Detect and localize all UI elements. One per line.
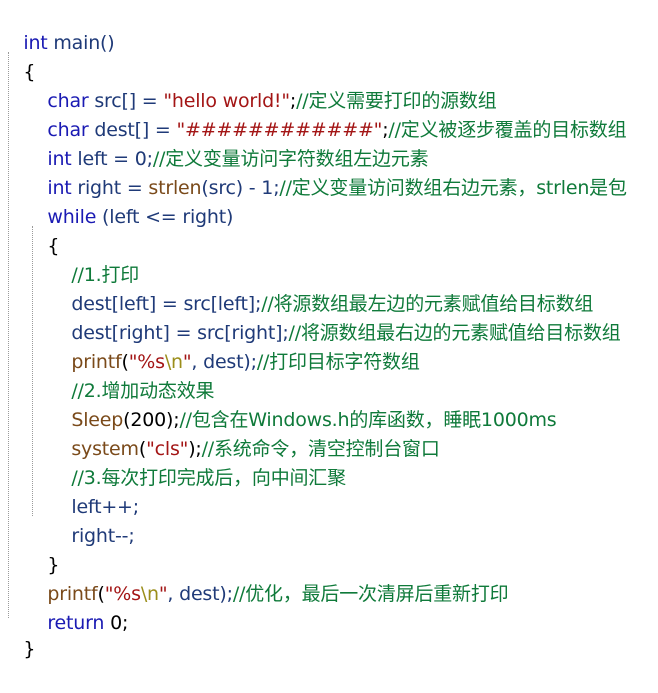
code-line-7: while (left <= right) xyxy=(24,174,233,228)
code-line-20: printf("%s\n", dest);//优化，最后一次清屏后重新打印 xyxy=(24,551,508,605)
code-line-5: int left = 0;//定义变量访问字符数组左边元素 xyxy=(24,116,428,170)
code-line-10: dest[left] = src[left];//将源数组最左边的元素赋值给目标… xyxy=(48,261,593,315)
code-text: right--; xyxy=(71,525,135,547)
comment: //优化，最后一次清屏后重新打印 xyxy=(232,583,509,605)
code-line-4: char dest[] = "############";//定义被逐步覆盖的目… xyxy=(24,87,626,141)
comment: //打印目标字符数组 xyxy=(256,351,420,373)
code-line-8: { xyxy=(24,203,59,257)
code-line-3: char src[] = "hello world!";//定义需要打印的源数组 xyxy=(24,58,496,112)
code-line-6: int right = strlen(src) - 1;//定义变量访问数组右边… xyxy=(24,145,627,199)
code-text: 0; xyxy=(104,612,129,634)
code-line-22: } xyxy=(0,606,35,660)
code-line-19: } xyxy=(24,522,59,576)
code-text: (left <= right) xyxy=(96,206,234,228)
code-line-21: return 0; xyxy=(24,580,128,634)
code-line-12: printf("%s\n", dest);//打印目标字符数组 xyxy=(48,319,419,373)
code-line-2: { xyxy=(0,29,35,83)
code-line-18: right--; xyxy=(48,493,134,547)
escape-sequence: \n xyxy=(140,583,159,605)
code-line-1: int main() xyxy=(0,0,114,54)
code-line-14: Sleep(200);//包含在Windows.h的库函数，睡眠1000ms xyxy=(48,377,556,431)
code-line-13: //2.增加动态效果 xyxy=(48,348,214,402)
comment: //定义变量访问数组右边元素，strlen是包 xyxy=(279,177,627,199)
keyword-return: return xyxy=(47,612,105,634)
indent-guide-outer xyxy=(8,52,9,618)
code-text: , dest); xyxy=(167,583,233,605)
function-signature: main() xyxy=(47,32,115,54)
code-line-9: //1.打印 xyxy=(48,232,139,286)
close-brace: } xyxy=(23,638,36,660)
code-line-16: //3.每次打印完成后，向中间汇聚 xyxy=(48,435,346,489)
code-line-11: dest[right] = src[right];//将源数组最右边的元素赋值给… xyxy=(48,290,620,344)
code-line-15: system("cls");//系统命令，清空控制台窗口 xyxy=(48,406,439,460)
code-line-17: left++; xyxy=(48,464,139,518)
code-editor[interactable]: int main() { char src[] = "hello world!"… xyxy=(0,0,658,660)
